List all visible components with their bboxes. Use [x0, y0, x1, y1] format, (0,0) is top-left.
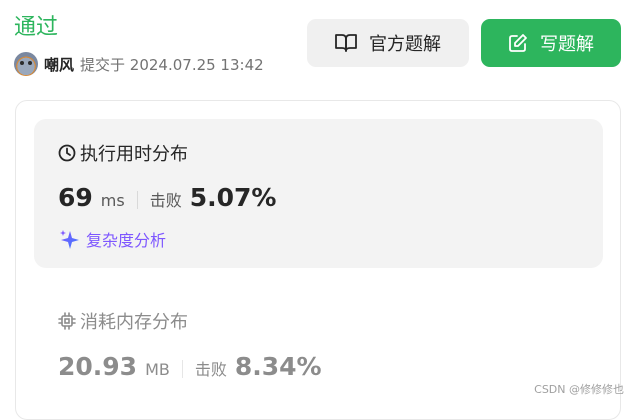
complexity-analysis-label: 复杂度分析 [86, 231, 167, 250]
submission-meta: 嘲风 提交于 2024.07.25 13:42 [14, 51, 264, 77]
submission-status: 通过 [14, 15, 59, 40]
stat-divider [181, 360, 183, 378]
book-icon [335, 34, 357, 52]
write-solution-button[interactable]: 写题解 [481, 19, 621, 67]
memory-title: 消耗内存分布 [58, 309, 188, 333]
runtime-stats: 69 ms 击败 5.07% [58, 183, 276, 217]
edit-icon [509, 34, 527, 52]
sparkle-icon [60, 230, 79, 249]
complexity-analysis-link[interactable]: 复杂度分析 [58, 227, 166, 251]
memory-beat-label: 击败 [194, 360, 227, 379]
avatar[interactable] [14, 52, 38, 76]
runtime-beat-label: 击败 [149, 191, 182, 210]
runtime-value: 69 [58, 183, 93, 212]
memory-stats: 20.93 MB 击败 8.34% [58, 352, 322, 386]
runtime-beat-value: 5.07% [189, 183, 277, 212]
runtime-title: 执行用时分布 [58, 141, 188, 165]
write-solution-label: 写题解 [540, 34, 594, 55]
memory-value: 20.93 [58, 352, 138, 381]
submitted-time: 提交于 2024.07.25 13:42 [80, 55, 264, 74]
official-solution-button[interactable]: 官方题解 [307, 19, 469, 67]
runtime-panel[interactable]: 执行用时分布 69 ms 击败 5.07% 复杂度分析 [34, 119, 603, 268]
watermark: CSDN @修修修也 [534, 383, 624, 396]
memory-panel[interactable]: 消耗内存分布 20.93 MB 击败 8.34% [34, 300, 603, 400]
official-solution-label: 官方题解 [369, 34, 441, 55]
clock-icon [58, 144, 76, 162]
runtime-unit: ms [100, 191, 125, 210]
memory-unit: MB [145, 360, 170, 379]
username[interactable]: 嘲风 [44, 54, 74, 75]
runtime-title-label: 执行用时分布 [80, 144, 188, 165]
memory-title-label: 消耗内存分布 [80, 312, 188, 333]
chip-icon [58, 312, 76, 330]
memory-beat-value: 8.34% [234, 352, 322, 381]
stat-divider [136, 191, 138, 209]
